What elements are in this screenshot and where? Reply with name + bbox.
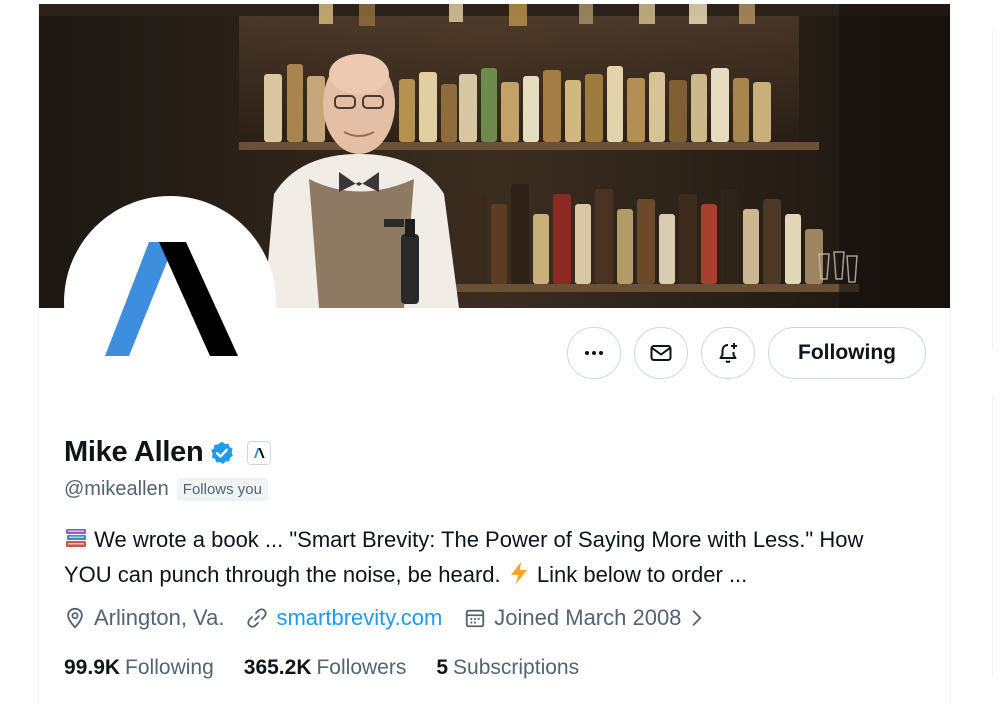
profile-stats-row: 99.9K Following 365.2K Followers 5 Subscrip… [64,656,609,680]
bio-line-1: We wrote a book ... "Smart Brevity: The … [64,524,934,559]
location: Arlington, Va. [64,605,224,631]
more-options-button[interactable] [567,327,621,379]
bio-line-2: YOU can punch through the noise, be hear… [64,559,934,594]
following-count-link[interactable]: 99.9K Following [64,656,214,680]
following-label: Following [125,656,214,679]
subscriptions-count: 5 [436,656,449,679]
profile-handle-row: @mikeallen Follows you [64,478,268,501]
location-text: Arlington, Va. [94,605,225,630]
website[interactable]: smartbrevity.com [246,605,442,631]
subscriptions-label: Subscriptions [453,656,580,679]
display-name: Mike Allen [64,436,204,468]
profile-meta-row: Arlington, Va. smartbrevity.com Joined M… [64,605,729,631]
chevron-right-icon [693,610,702,626]
bio-text-line-2a: YOU can punch through the noise, be hear… [64,562,501,587]
following-count: 99.9K [64,656,121,679]
bio-text-line-1: We wrote a book ... "Smart Brevity: The … [94,527,864,552]
website-link[interactable]: smartbrevity.com [276,605,442,631]
bell-plus-icon [719,343,737,363]
subscriptions-count-link[interactable]: 5 Subscriptions [436,656,579,680]
following-button-label: Following [798,341,896,364]
books-emoji-icon [64,526,88,559]
handle: @mikeallen [64,478,169,500]
follows-you-badge: Follows you [176,478,268,501]
sidebar-border [992,30,993,350]
affiliation-badge-icon[interactable] [247,440,272,465]
following-button[interactable]: Following [768,327,926,379]
message-button[interactable] [634,327,688,379]
profile-name-row: Mike Allen [64,436,272,469]
followers-count-link[interactable]: 365.2K Followers [244,656,407,680]
more-horizontal-icon [585,351,603,355]
joined-text: Joined March 2008 [494,605,682,630]
joined-date[interactable]: Joined March 2008 [464,605,707,631]
profile-bio: We wrote a book ... "Smart Brevity: The … [64,524,934,594]
axios-logo-icon [105,242,238,356]
envelope-icon [650,345,672,361]
followers-count: 365.2K [243,656,312,679]
lightning-emoji-icon [507,561,531,594]
calendar-icon [466,609,485,628]
link-icon [247,608,268,628]
location-pin-icon [67,607,83,629]
notifications-button[interactable] [701,327,755,379]
sidebar-border [992,395,993,675]
profile-avatar[interactable] [64,196,276,408]
bio-text-line-2b: Link below to order ... [536,562,748,587]
followers-label: Followers [316,656,407,679]
verified-badge-icon[interactable] [209,440,235,466]
column-border-right [950,0,951,704]
